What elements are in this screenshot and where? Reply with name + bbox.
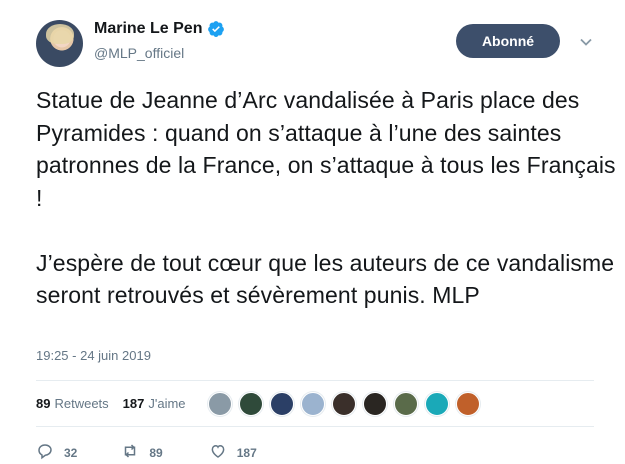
profile-avatar[interactable]: [36, 20, 83, 67]
liker-avatar[interactable]: [456, 392, 480, 416]
chevron-down-icon[interactable]: [578, 34, 594, 50]
tweet-stats: 89 Retweets 187 J'aime: [36, 396, 186, 411]
reply-icon[interactable]: [36, 442, 54, 463]
like-count: 187: [236, 445, 257, 460]
reply-count: 32: [64, 445, 78, 460]
display-name[interactable]: Marine Le Pen: [94, 20, 202, 38]
liker-avatar[interactable]: [425, 392, 449, 416]
tweet-text: Statue de Jeanne d’Arc vandalisée à Pari…: [36, 87, 616, 308]
likes-count[interactable]: 187: [123, 396, 145, 411]
liker-avatar[interactable]: [363, 392, 387, 416]
liker-avatars: [208, 392, 487, 416]
liker-avatar[interactable]: [301, 392, 325, 416]
liker-avatar[interactable]: [394, 392, 418, 416]
liker-avatar[interactable]: [208, 392, 232, 416]
author-name-row[interactable]: Marine Le Pen: [94, 20, 225, 38]
retweet-icon[interactable]: [121, 442, 139, 463]
tweet-actions: 32 89 187: [36, 442, 257, 463]
divider-bottom: [36, 426, 594, 427]
retweets-label[interactable]: Retweets: [54, 396, 108, 411]
tweet-timestamp[interactable]: 19:25 - 24 juin 2019: [36, 348, 151, 363]
like-action[interactable]: 187: [209, 442, 257, 463]
follow-button[interactable]: Abonné: [456, 24, 560, 58]
retweets-count[interactable]: 89: [36, 396, 50, 411]
verified-badge-icon: [207, 20, 225, 38]
liker-avatar[interactable]: [270, 392, 294, 416]
heart-icon[interactable]: [209, 442, 227, 463]
likes-label[interactable]: J'aime: [148, 396, 185, 411]
retweet-action[interactable]: 89: [121, 442, 163, 463]
retweet-count: 89: [149, 445, 163, 460]
user-handle[interactable]: @MLP_officiel: [94, 45, 184, 61]
liker-avatar[interactable]: [239, 392, 263, 416]
divider-top: [36, 380, 594, 381]
reply-action[interactable]: 32: [36, 442, 77, 463]
liker-avatar[interactable]: [332, 392, 356, 416]
